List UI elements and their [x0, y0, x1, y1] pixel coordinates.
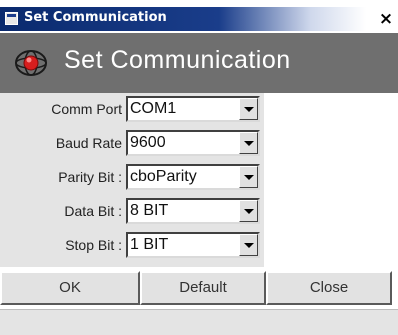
- ok-button[interactable]: OK: [0, 271, 140, 305]
- parity-bit-row: Parity Bit : cboParity: [0, 162, 264, 192]
- data-bit-row: Data Bit : 8 BIT: [0, 196, 264, 226]
- baud-rate-label: Baud Rate: [55, 135, 122, 151]
- title-bar[interactable]: Set Communication ×: [0, 7, 398, 31]
- red-globe-icon: [15, 50, 47, 76]
- chevron-down-icon[interactable]: [239, 166, 258, 188]
- window-title: Set Communication: [24, 10, 167, 25]
- baud-rate-value: 9600: [130, 134, 166, 151]
- status-bar: [0, 309, 398, 335]
- baud-rate-row: Baud Rate 9600: [0, 128, 264, 158]
- default-button[interactable]: Default: [140, 271, 266, 305]
- header-band: Set Communication: [0, 33, 398, 93]
- close-window-button[interactable]: ×: [376, 8, 396, 30]
- comm-port-select[interactable]: COM1: [126, 96, 260, 122]
- data-bit-label: Data Bit :: [64, 203, 122, 219]
- close-button[interactable]: Close: [266, 271, 392, 305]
- baud-rate-select[interactable]: 9600: [126, 130, 260, 156]
- form-side-panel: [264, 93, 398, 267]
- parity-bit-value: cboParity: [130, 168, 197, 185]
- chevron-down-icon[interactable]: [239, 234, 258, 256]
- chevron-down-icon[interactable]: [239, 98, 258, 120]
- stop-bit-row: Stop Bit : 1 BIT: [0, 230, 264, 260]
- chevron-down-icon[interactable]: [239, 200, 258, 222]
- data-bit-select[interactable]: 8 BIT: [126, 198, 260, 224]
- stop-bit-value: 1 BIT: [130, 236, 169, 253]
- comm-port-value: COM1: [130, 100, 177, 117]
- stop-bit-label: Stop Bit :: [65, 237, 122, 253]
- set-communication-window: Set Communication × Set Communication Co…: [0, 0, 398, 335]
- settings-form: Comm Port COM1 Baud Rate 9600 Parity Bit…: [0, 93, 398, 267]
- window-icon: [5, 12, 18, 25]
- data-bit-value: 8 BIT: [130, 202, 169, 219]
- comm-port-row: Comm Port COM1: [0, 94, 264, 124]
- parity-bit-label: Parity Bit :: [58, 169, 122, 185]
- parity-bit-select[interactable]: cboParity: [126, 164, 260, 190]
- comm-port-label: Comm Port: [51, 101, 122, 117]
- chevron-down-icon[interactable]: [239, 132, 258, 154]
- stop-bit-select[interactable]: 1 BIT: [126, 232, 260, 258]
- button-bar: OK Default Close: [0, 271, 398, 307]
- header-title: Set Communication: [64, 46, 291, 74]
